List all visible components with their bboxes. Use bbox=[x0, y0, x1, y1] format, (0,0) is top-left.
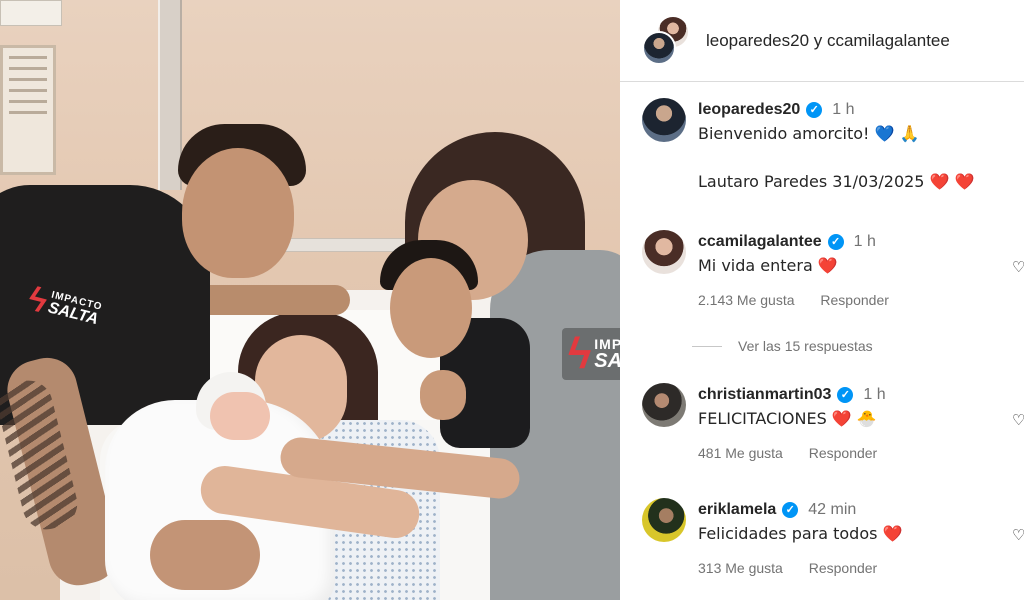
username[interactable]: eriklamela bbox=[698, 498, 776, 522]
timestamp[interactable]: 42 min bbox=[808, 498, 856, 522]
heart-outline-icon[interactable]: ♡ bbox=[1012, 258, 1024, 276]
like-count[interactable]: 313 Me gusta bbox=[698, 560, 783, 576]
like-count[interactable]: 481 Me gusta bbox=[698, 445, 783, 461]
heart-outline-icon[interactable]: ♡ bbox=[1012, 411, 1024, 429]
post-authors[interactable]: leoparedes20 y ccamilagalantee bbox=[706, 31, 950, 51]
comment-text: FELICITACIONES ❤️ 🐣 bbox=[698, 409, 877, 428]
comment-item: ccamilagalantee ✓ 1 h Mi vida entera ❤️ … bbox=[642, 230, 1024, 311]
comment-text: Mi vida entera ❤️ bbox=[698, 256, 838, 275]
view-replies-button[interactable]: Ver las 15 respuestas bbox=[692, 338, 873, 354]
username[interactable]: leoparedes20 bbox=[698, 98, 800, 122]
baby-face bbox=[210, 392, 270, 440]
avatar-ccamilagalantee[interactable] bbox=[642, 230, 686, 274]
heart-outline-icon[interactable]: ♡ bbox=[1012, 526, 1024, 544]
post-photo: ϟ IMPACTO SALTA bbox=[0, 0, 620, 600]
like-count[interactable]: 2.143 Me gusta bbox=[698, 292, 795, 308]
collab-avatars[interactable] bbox=[642, 14, 692, 65]
verified-badge-icon: ✓ bbox=[782, 502, 799, 518]
verified-badge-icon: ✓ bbox=[837, 387, 854, 403]
boy-hand bbox=[420, 370, 466, 420]
comment-item: christianmartin03 ✓ 1 h FELICITACIONES ❤… bbox=[642, 383, 1024, 464]
comment-item: eriklamela ✓ 42 min Felicidades para tod… bbox=[642, 498, 1024, 579]
caption-line-1: Bienvenido amorcito! 💙 🙏 bbox=[698, 124, 920, 143]
wall-sign bbox=[0, 45, 56, 175]
father-hand bbox=[150, 520, 260, 590]
avatar-leoparedes20[interactable] bbox=[642, 98, 686, 142]
father-head bbox=[182, 148, 294, 278]
comment-text: Felicidades para todos ❤️ bbox=[698, 524, 903, 543]
caption-line-2: Lautaro Paredes 31/03/2025 ❤️ ❤️ bbox=[698, 172, 975, 191]
post-header: leoparedes20 y ccamilagalantee bbox=[620, 0, 1024, 82]
father-reaching-arm bbox=[190, 285, 350, 315]
avatar-leoparedes20[interactable] bbox=[642, 30, 676, 65]
avatar-eriklamela[interactable] bbox=[642, 498, 686, 542]
wall-device bbox=[0, 0, 62, 26]
timestamp[interactable]: 1 h bbox=[854, 230, 876, 254]
verified-badge-icon: ✓ bbox=[806, 102, 823, 118]
username[interactable]: christianmartin03 bbox=[698, 383, 831, 407]
avatar-christianmartin03[interactable] bbox=[642, 383, 686, 427]
comments-panel: leoparedes20 y ccamilagalantee leoparede… bbox=[620, 0, 1024, 600]
view-replies-label[interactable]: Ver las 15 respuestas bbox=[738, 338, 873, 354]
username[interactable]: ccamilagalantee bbox=[698, 230, 822, 254]
reply-button[interactable]: Responder bbox=[820, 292, 889, 308]
post-caption: leoparedes20 ✓ 1 h Bienvenido amorcito! … bbox=[642, 98, 975, 194]
lightning-bolt-icon: ϟ bbox=[568, 329, 592, 378]
timestamp[interactable]: 1 h bbox=[863, 383, 885, 407]
timestamp[interactable]: 1 h bbox=[832, 98, 854, 122]
verified-badge-icon: ✓ bbox=[827, 234, 844, 250]
reply-button[interactable]: Responder bbox=[809, 445, 878, 461]
reply-button[interactable]: Responder bbox=[809, 560, 878, 576]
replies-divider bbox=[692, 345, 722, 347]
boy-head bbox=[390, 258, 472, 358]
